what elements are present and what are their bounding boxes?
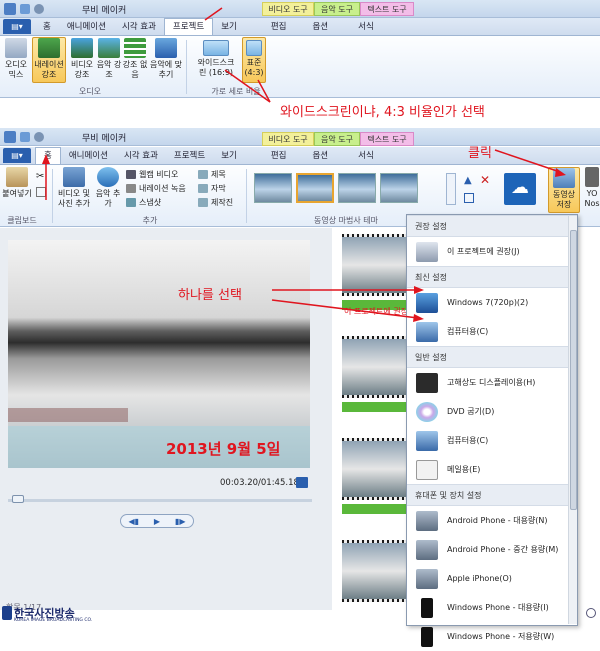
broadcast-logo [2, 606, 12, 620]
menu-item-windows-phone-small[interactable]: Windows Phone - 저용량(W) [407, 622, 577, 651]
annotation-arrows-main [42, 149, 566, 322]
windows-phone-icon [421, 626, 433, 647]
watermark-subtext: KOREA IMAGE BROADCASTING CO. [14, 618, 93, 623]
